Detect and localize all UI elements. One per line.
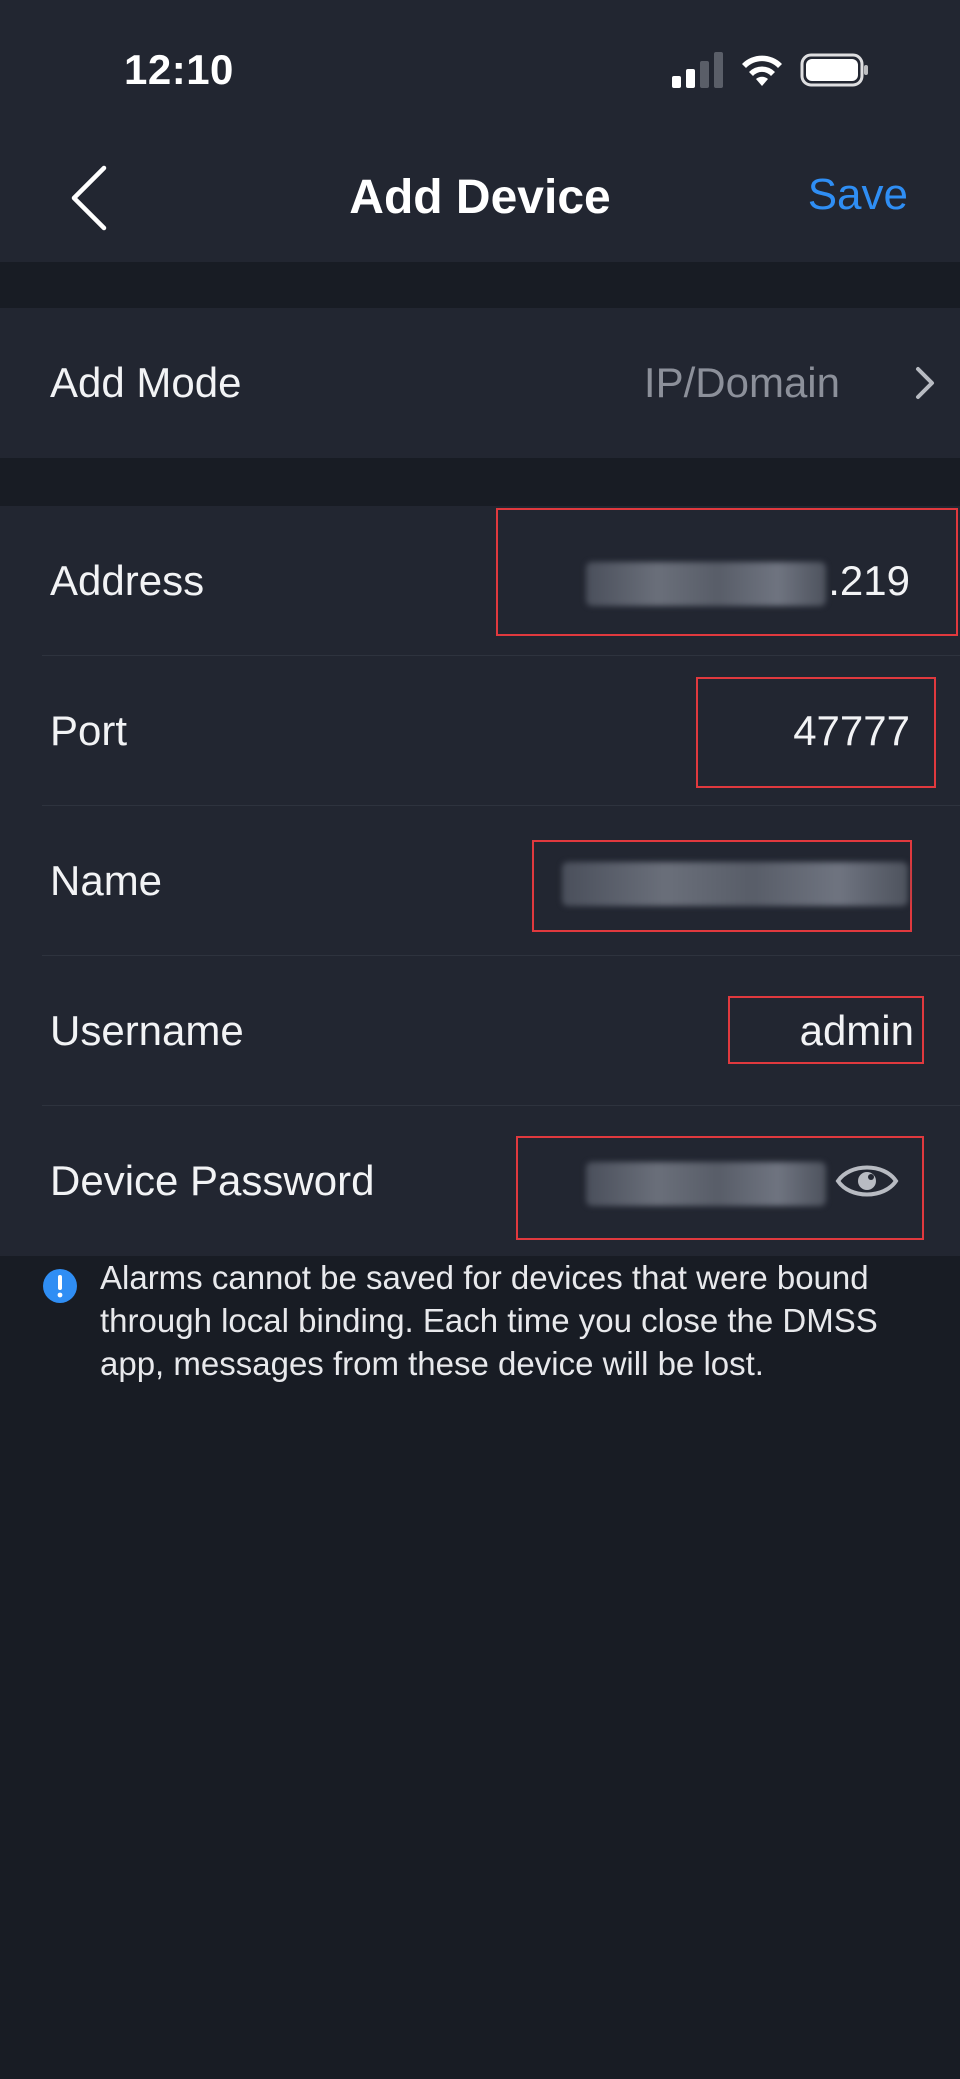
address-label: Address xyxy=(50,557,205,604)
name-redacted[interactable] xyxy=(562,862,908,906)
save-button[interactable]: Save xyxy=(808,170,908,220)
password-visibility-toggle[interactable] xyxy=(834,1159,900,1203)
notice-text: Alarms cannot be saved for devices that … xyxy=(100,1259,878,1382)
section-spacer xyxy=(0,262,960,308)
address-redacted xyxy=(586,562,826,606)
name-row: Name xyxy=(0,806,960,956)
add-mode-row[interactable]: Add Mode IP/Domain xyxy=(0,308,960,458)
cellular-signal-icon xyxy=(672,52,723,88)
address-row: Address .219 xyxy=(0,506,960,656)
port-row: Port 47777 xyxy=(0,656,960,806)
status-icons xyxy=(670,48,880,92)
status-bar: 12:10 xyxy=(0,0,960,130)
chevron-right-icon xyxy=(916,367,934,399)
port-value[interactable]: 47777 xyxy=(793,707,910,755)
name-label: Name xyxy=(50,857,163,904)
add-mode-label: Add Mode xyxy=(50,359,242,406)
eye-icon xyxy=(835,1165,899,1197)
password-redacted[interactable] xyxy=(586,1162,826,1206)
username-value[interactable]: admin xyxy=(800,1007,914,1055)
section-spacer xyxy=(0,458,960,506)
password-label: Device Password xyxy=(50,1157,375,1204)
navigation-bar: Add Device Save xyxy=(0,130,960,262)
wifi-icon xyxy=(742,55,782,86)
address-value[interactable]: .219 xyxy=(828,557,910,605)
password-row: Device Password xyxy=(0,1106,960,1256)
add-mode-value: IP/Domain xyxy=(643,359,840,406)
username-label: Username xyxy=(50,1007,244,1054)
username-row: Username admin xyxy=(0,956,960,1106)
port-label: Port xyxy=(50,707,128,754)
info-icon xyxy=(43,1269,77,1303)
battery-icon xyxy=(800,53,868,87)
status-time: 12:10 xyxy=(124,46,234,93)
